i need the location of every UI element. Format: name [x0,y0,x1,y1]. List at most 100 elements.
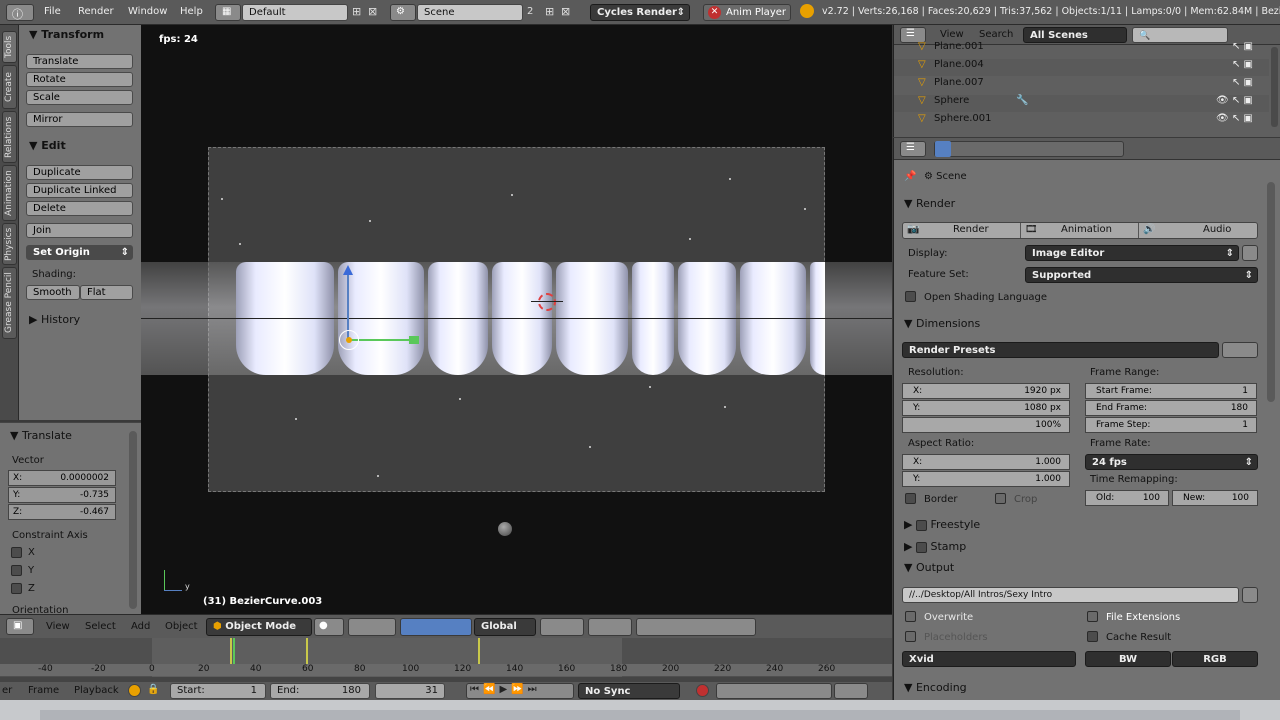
output-panel-header[interactable]: ▼ Output [894,559,1264,577]
smooth-button[interactable]: Smooth [26,285,80,300]
tab-physics[interactable]: Physics [2,223,17,265]
menu-help[interactable]: Help [180,6,203,17]
menu-frame[interactable]: Frame [28,685,59,696]
z-arrow-icon[interactable] [343,265,353,275]
flat-button[interactable]: Flat [80,285,133,300]
history-panel-header[interactable]: ▶ History [29,313,80,326]
properties-scrollbar[interactable] [1267,182,1275,402]
osl-checkbox[interactable] [905,291,916,302]
restrict-icons[interactable]: ↖ ▣ [1232,59,1253,70]
outliner-row[interactable]: ▽ Sphere 🔧 👁 ↖ ▣ [894,95,1269,112]
snap-tools[interactable] [636,618,756,636]
overwrite-checkbox[interactable] [905,611,916,622]
remap-new-field[interactable]: New: 100 [1172,490,1258,506]
freestyle-panel-header[interactable]: ▶ Freestyle [894,516,1264,534]
y-arrow-icon[interactable] [409,336,419,344]
editor-type-button[interactable]: ⓘ [6,4,34,21]
layout-selector-button[interactable]: ▦ [215,4,241,21]
record-icon[interactable] [696,684,709,697]
encoding-panel-header[interactable]: ▼ Encoding [894,679,1264,697]
render-button[interactable]: 📷 Render [903,223,1021,238]
scene-field[interactable]: Scene [417,4,523,21]
aspect-y-field[interactable]: Y: 1.000 [902,471,1070,487]
restrict-icons[interactable]: ↖ ▣ [1232,41,1253,52]
3d-viewport[interactable]: fps: 24 y (31) BezierCurve.003 [141,25,892,614]
file-format-select[interactable]: Xvid [902,651,1076,667]
cache-result-checkbox[interactable] [1087,631,1098,642]
menu-window[interactable]: Window [128,6,167,17]
mirror-button[interactable]: Mirror [26,112,133,127]
crop-checkbox[interactable] [995,493,1006,504]
tab-tools[interactable]: Tools [2,31,17,63]
scene-selector-button[interactable]: ⚙ [390,4,416,21]
close-layout-icon[interactable]: ⊠ [368,5,377,18]
outliner-row[interactable]: ▽ Sphere.001 👁 ↖ ▣ [894,113,1269,130]
operator-header[interactable]: ▼ Translate [10,429,72,442]
keyframe-marker[interactable] [306,638,308,666]
tab-create[interactable]: Create [2,65,17,109]
bw-button[interactable]: BW [1085,651,1171,667]
outliner-row[interactable]: ▽ Plane.004 ↖ ▣ [894,59,1269,76]
keying-set-field[interactable] [716,683,832,699]
operator-scrollbar[interactable] [129,431,137,609]
edit-panel-header[interactable]: ▼ Edit [29,139,66,152]
menu-view[interactable]: View [46,621,70,632]
menu-object[interactable]: Object [165,621,198,632]
preview-range-icon[interactable] [128,684,141,697]
vector-x-field[interactable]: X: 0.0000002 [8,470,116,486]
outliner-row[interactable]: ▽ Plane.007 ↖ ▣ [894,77,1269,94]
restrict-icons[interactable]: ↖ ▣ [1232,77,1253,88]
screen-layout-field[interactable]: Default [242,4,348,21]
layers-a[interactable] [540,618,584,636]
rotate-button[interactable]: Rotate [26,72,133,87]
tab-animation[interactable]: Animation [2,165,17,221]
render-window-icon[interactable] [1242,245,1258,261]
keyframe-marker[interactable] [478,638,480,666]
folder-icon[interactable] [1242,587,1258,603]
restrict-icons[interactable]: 👁 ↖ ▣ [1216,113,1253,124]
join-button[interactable]: Join [26,223,133,238]
start-frame-field[interactable]: Start: 1 [170,683,266,699]
placeholders-checkbox[interactable] [905,631,916,642]
editor-type-button[interactable]: ▣ [6,618,34,635]
audio-button[interactable]: 🔊 Audio [1139,223,1257,238]
menu-view[interactable]: View [940,29,964,40]
display-select[interactable]: Image Editor ⇕ [1025,245,1239,261]
transform-panel-header[interactable]: ▼ Transform [29,28,104,41]
outliner-row[interactable]: ▽ Plane.001 ↖ ▣ [894,41,1269,58]
rgb-button[interactable]: RGB [1172,651,1258,667]
render-engine-select[interactable]: Cycles Render ⇕ [590,4,690,21]
border-checkbox[interactable] [905,493,916,504]
freestyle-checkbox[interactable] [915,519,927,531]
translate-button[interactable]: Translate [26,54,133,69]
stamp-panel-header[interactable]: ▶ Stamp [894,538,1264,556]
resolution-percentage-field[interactable]: 100% [902,417,1070,433]
lock-icon[interactable]: 🔒 [147,684,159,695]
playback-controls[interactable]: ⏮⏪▶⏩⏭ [466,683,574,699]
axis-z-checkbox[interactable] [11,583,22,594]
render-panel-header[interactable]: ▼ Render [894,195,1264,213]
manipulator-toggles[interactable] [400,618,472,636]
vector-z-field[interactable]: Z: -0.467 [8,504,116,520]
axis-y-checkbox[interactable] [11,565,22,576]
animation-button[interactable]: 🎞 Animation [1021,223,1139,238]
menu-add[interactable]: Add [131,621,150,632]
anim-player-button[interactable]: ✕ Anim Player [703,4,791,21]
restrict-icons[interactable]: 👁 ↖ ▣ [1216,95,1253,106]
menu-file[interactable]: File [44,6,61,17]
scale-button[interactable]: Scale [26,90,133,105]
layers-b[interactable] [588,618,632,636]
end-frame-field[interactable]: End Frame: 180 [1085,400,1257,416]
menu-render[interactable]: Render [78,6,114,17]
vector-y-field[interactable]: Y: -0.735 [8,487,116,503]
current-frame-field[interactable]: 31 [375,683,445,699]
render-presets-select[interactable]: Render Presets [902,342,1219,358]
add-layout-icon[interactable]: ⊞ [352,5,361,18]
duplicate-linked-button[interactable]: Duplicate Linked [26,183,133,198]
resolution-x-field[interactable]: X: 1920 px [902,383,1070,399]
menu-playback[interactable]: Playback [74,685,119,696]
dimensions-panel-header[interactable]: ▼ Dimensions [894,315,1264,333]
menu-marker-partial[interactable]: er [2,685,12,696]
sync-select[interactable]: No Sync [578,683,680,699]
file-extensions-checkbox[interactable] [1087,611,1098,622]
